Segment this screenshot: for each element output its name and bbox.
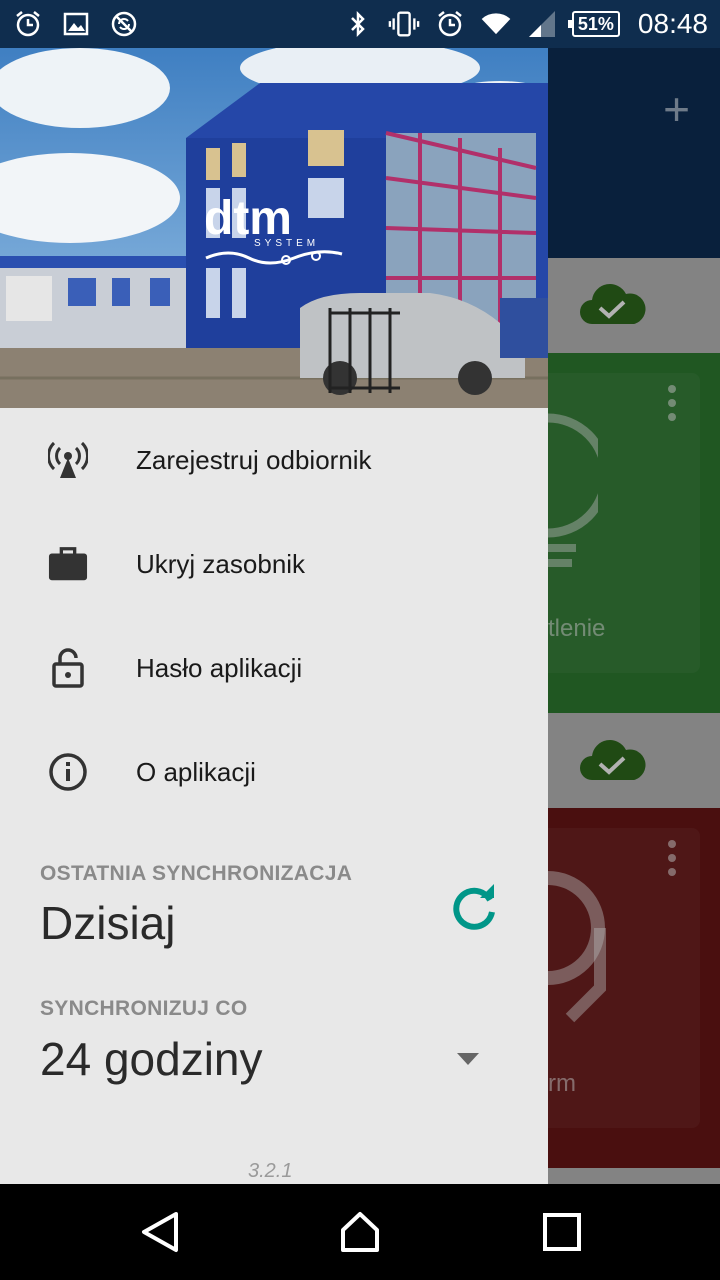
wifi-icon [480,8,512,40]
drawer-menu: Zarejestruj odbiornik Ukryj zasobnik Has… [0,408,548,824]
signal-icon [526,8,558,40]
sync-interval-label: SYNCHRONIZUJ CO [40,997,248,1020]
dropdown-arrow-icon[interactable] [456,1052,480,1066]
bluetooth-icon [342,8,374,40]
menu-label: Zarejestruj odbiornik [136,444,372,475]
refresh-icon[interactable] [446,880,502,936]
antenna-icon [48,440,88,480]
menu-item-hide-tray[interactable]: Ukryj zasobnik [0,512,548,616]
briefcase-icon [48,544,88,584]
status-bar: 51% 08:48 [0,0,720,48]
app-version: 3.2.1 [248,1160,293,1182]
lock-icon [48,648,88,688]
clock: 08:48 [637,8,708,39]
vibrate-icon [388,8,420,40]
menu-label: O aplikacji [136,756,256,787]
recents-icon[interactable] [540,1210,584,1254]
svg-text:SYSTEM: SYSTEM [254,238,319,249]
alarm-icon [434,8,466,40]
menu-item-app-password[interactable]: Hasło aplikacji [0,616,548,720]
menu-item-about[interactable]: O aplikacji [0,720,548,824]
back-icon[interactable] [138,1210,182,1254]
battery-indicator: 51% [567,11,620,37]
dtm-logo: dtm SYSTEM [204,192,343,265]
navigation-drawer: dtm SYSTEM Zarejestruj odbiornik Ukryj z… [0,48,548,1184]
drawer-header: dtm SYSTEM [0,48,548,408]
home-icon[interactable] [338,1210,382,1254]
last-sync-value: Dzisiaj [40,897,176,949]
no-sync-icon [108,8,140,40]
info-icon [48,752,88,792]
system-nav-bar [0,1184,720,1280]
menu-item-register-receiver[interactable]: Zarejestruj odbiornik [0,408,548,512]
sync-interval-select[interactable]: 24 godziny [40,1032,263,1086]
alarm-icon [12,8,44,40]
menu-label: Hasło aplikacji [136,652,303,683]
last-sync-label: OSTATNIA SYNCHRONIZACJA [40,862,353,885]
menu-label: Ukryj zasobnik [136,548,306,579]
image-icon [60,8,92,40]
